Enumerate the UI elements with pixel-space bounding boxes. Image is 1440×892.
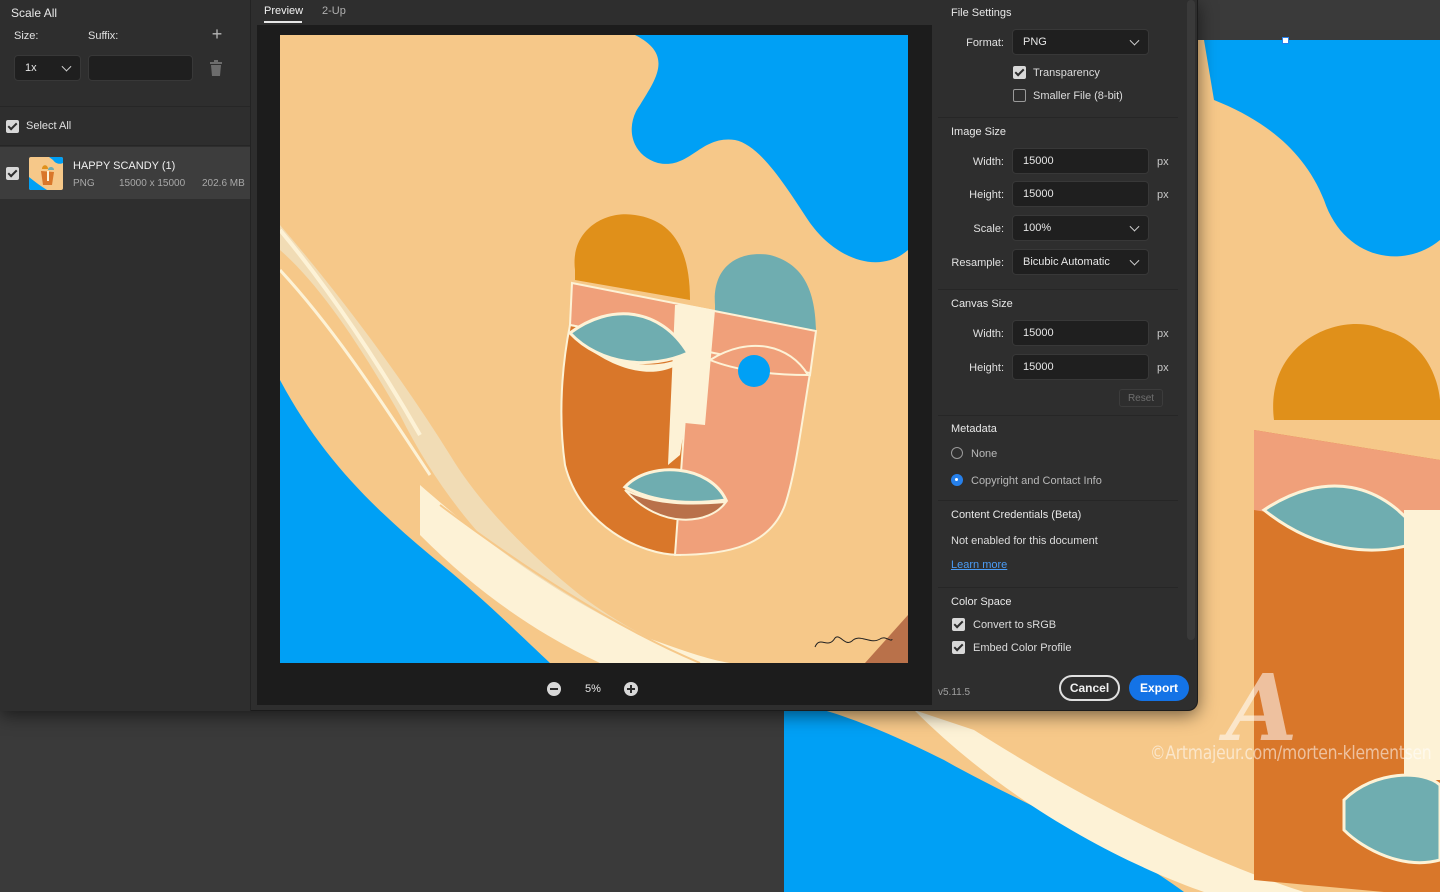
learn-more-link[interactable]: Learn more <box>951 559 1007 571</box>
divider <box>0 145 250 146</box>
asset-checkbox[interactable] <box>6 167 19 180</box>
zoom-out-button[interactable] <box>547 682 561 696</box>
canvas-height-label: Height: <box>969 362 1004 374</box>
image-height-unit: px <box>1157 189 1169 201</box>
color-space-title: Color Space <box>951 596 1012 608</box>
chevron-down-icon <box>1129 255 1140 266</box>
add-scale-button[interactable]: + <box>208 25 226 43</box>
divider <box>938 587 1178 588</box>
file-settings-title: File Settings <box>951 7 1012 19</box>
chevron-down-icon <box>1129 35 1140 46</box>
image-height-label: Height: <box>969 189 1004 201</box>
scale-label: Scale: <box>973 223 1004 235</box>
canvas-size-title: Canvas Size <box>951 298 1013 310</box>
cancel-button[interactable]: Cancel <box>1059 675 1120 701</box>
image-size-title: Image Size <box>951 126 1007 138</box>
content-credentials-status: Not enabled for this document <box>951 535 1098 547</box>
select-all-label: Select All <box>26 120 72 132</box>
canvas-width-label: Width: <box>972 328 1004 340</box>
resample-label: Resample: <box>951 257 1004 269</box>
resample-dropdown[interactable]: Bicubic Automatic <box>1012 249 1149 275</box>
scale-all-title: Scale All <box>11 6 58 20</box>
smaller-file-checkbox[interactable] <box>1013 89 1026 102</box>
canvas-width-input[interactable]: 15000 <box>1012 320 1149 346</box>
chevron-down-icon <box>61 61 72 72</box>
plus-icon: + <box>211 24 223 44</box>
size-dropdown[interactable]: 1x <box>14 55 81 81</box>
canvas-selection-handle[interactable] <box>1282 37 1289 44</box>
zoom-level: 5% <box>585 683 601 695</box>
image-width-unit: px <box>1157 156 1169 168</box>
settings-panel: File Settings Format: PNG Transparency S… <box>938 0 1189 711</box>
size-dropdown-value: 1x <box>25 62 37 74</box>
metadata-none-radio[interactable] <box>951 447 963 459</box>
chevron-down-icon <box>1129 221 1140 232</box>
format-dropdown[interactable]: PNG <box>1012 29 1149 55</box>
embed-profile-checkbox[interactable] <box>952 641 965 654</box>
export-button[interactable]: Export <box>1129 675 1189 701</box>
asset-row[interactable]: HAPPY SCANDY (1) PNG 15000 x 15000 202.6… <box>0 147 250 199</box>
metadata-none-label: None <box>971 448 998 460</box>
asset-thumbnail <box>29 157 63 190</box>
smaller-file-label: Smaller File (8-bit) <box>1033 90 1123 102</box>
zoom-in-button[interactable] <box>624 682 638 696</box>
scale-dropdown[interactable]: 100% <box>1012 215 1149 241</box>
convert-srgb-label: Convert to sRGB <box>973 619 1057 631</box>
convert-srgb-checkbox[interactable] <box>952 618 965 631</box>
image-width-label: Width: <box>972 156 1004 168</box>
format-label: Format: <box>966 37 1004 49</box>
scale-dropdown-value: 100% <box>1023 222 1052 234</box>
export-as-dialog: Scale All Size: Suffix: + 1x Select All <box>0 0 1198 711</box>
divider <box>938 289 1178 290</box>
canvas-height-unit: px <box>1157 362 1169 374</box>
active-tab-indicator <box>264 21 302 23</box>
asset-format: PNG <box>73 178 95 189</box>
canvas-height-input[interactable]: 15000 <box>1012 354 1149 380</box>
format-dropdown-value: PNG <box>1023 36 1047 48</box>
watermark-text: ©Artmajeur.com/morten-klementsen <box>1150 742 1432 764</box>
trash-icon[interactable] <box>209 60 223 76</box>
divider <box>938 117 1178 118</box>
divider <box>938 415 1178 416</box>
settings-scrollbar[interactable] <box>1187 0 1195 640</box>
select-all-checkbox[interactable] <box>6 120 19 133</box>
assets-panel: Scale All Size: Suffix: + 1x Select All <box>0 0 251 711</box>
transparency-label: Transparency <box>1033 67 1100 79</box>
preview-pane: Preview 2-Up 5% <box>257 0 932 711</box>
version-label: v5.11.5 <box>938 687 971 698</box>
asset-file-size: 202.6 MB <box>202 178 245 189</box>
image-width-input[interactable]: 15000 <box>1012 148 1149 174</box>
content-credentials-title: Content Credentials (Beta) <box>951 509 1082 521</box>
preview-area <box>257 25 932 705</box>
metadata-copyright-label: Copyright and Contact Info <box>971 475 1102 487</box>
suffix-input[interactable] <box>88 55 193 81</box>
asset-dimensions: 15000 x 15000 <box>119 178 186 189</box>
divider <box>0 106 250 107</box>
size-label: Size: <box>14 30 39 42</box>
watermark-logo: A <box>1226 654 1298 762</box>
tab-2-up[interactable]: 2-Up <box>322 5 346 17</box>
embed-profile-label: Embed Color Profile <box>973 642 1072 654</box>
reset-button[interactable]: Reset <box>1119 389 1163 407</box>
tab-preview[interactable]: Preview <box>264 5 303 17</box>
divider <box>938 500 1178 501</box>
preview-image <box>280 35 908 663</box>
metadata-copyright-radio[interactable] <box>951 474 963 486</box>
metadata-title: Metadata <box>951 423 997 435</box>
image-height-input[interactable]: 15000 <box>1012 181 1149 207</box>
suffix-label: Suffix: <box>88 30 119 42</box>
canvas-width-unit: px <box>1157 328 1169 340</box>
resample-dropdown-value: Bicubic Automatic <box>1023 256 1110 268</box>
asset-name: HAPPY SCANDY (1) <box>73 160 176 172</box>
transparency-checkbox[interactable] <box>1013 66 1026 79</box>
